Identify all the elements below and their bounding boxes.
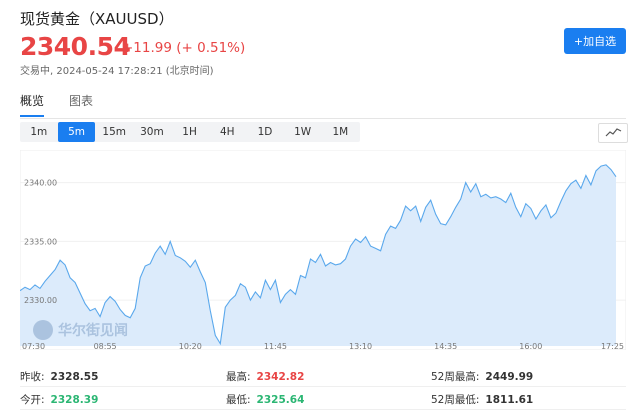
- add-to-watchlist-button[interactable]: +加自选: [564, 28, 626, 54]
- stat-value: 1811.61: [485, 394, 534, 406]
- range-1w[interactable]: 1W: [284, 122, 322, 142]
- range-1d[interactable]: 1D: [246, 122, 284, 142]
- x-tick-label: 16:00: [519, 342, 542, 350]
- stat-low: 最低: 2325.64: [226, 392, 304, 407]
- stats-row: 昨收: 2328.55 最高: 2342.82 52周最高: 2449.99: [20, 364, 626, 387]
- stat-high: 最高: 2342.82: [226, 369, 304, 384]
- time-range-selector: 1m 5m 15m 30m 1H 4H 1D 1W 1M: [20, 122, 360, 142]
- range-5m[interactable]: 5m: [57, 122, 96, 142]
- watermark-text: 华尔街见闻: [58, 322, 128, 339]
- stat-open: 今开: 2328.39: [20, 392, 98, 407]
- stat-label: 昨收:: [20, 371, 45, 383]
- tab-overview[interactable]: 概览: [20, 92, 45, 117]
- price-chart[interactable]: 2340.00 2335.00 2330.00 07:30 08:55 10:20 11:4…: [19, 149, 627, 354]
- y-tick-label: 2330.00: [24, 296, 57, 305]
- stat-label: 52周最低:: [431, 394, 480, 406]
- range-1mo[interactable]: 1M: [322, 122, 360, 142]
- stat-label: 最低:: [226, 394, 251, 406]
- tab-bar: 概览 图表: [20, 92, 626, 119]
- stat-value: 2328.39: [50, 394, 99, 406]
- x-tick-label: 13:10: [349, 342, 372, 350]
- stat-prev-close: 昨收: 2328.55: [20, 369, 98, 384]
- price-change: +11.99 (+ 0.51%): [122, 40, 246, 56]
- instrument-title: 现货黄金（XAUUSD）: [20, 10, 174, 28]
- last-price: 2340.54: [20, 32, 131, 61]
- tab-chart[interactable]: 图表: [69, 92, 93, 115]
- range-30m[interactable]: 30m: [133, 122, 171, 142]
- line-chart-icon: [605, 128, 622, 137]
- chart-type-button[interactable]: [598, 123, 628, 143]
- stats-row: 今开: 2328.39 最低: 2325.64 52周最低: 1811.61: [20, 387, 626, 410]
- range-1h[interactable]: 1H: [171, 122, 209, 142]
- y-tick-label: 2335.00: [24, 237, 57, 246]
- range-4h[interactable]: 4H: [208, 122, 246, 142]
- y-tick-label: 2340.00: [24, 179, 57, 188]
- stat-label: 最高:: [226, 371, 251, 383]
- stat-value: 2342.82: [256, 371, 305, 383]
- price-chart-svg: 2340.00 2335.00 2330.00 07:30 08:55 10:20 11:4…: [19, 149, 627, 351]
- stat-52w-high: 52周最高: 2449.99: [431, 369, 533, 384]
- range-15m[interactable]: 15m: [95, 122, 133, 142]
- watermark: 华尔街见闻: [33, 320, 128, 340]
- x-tick-label: 07:30: [22, 342, 45, 350]
- stats-table: 昨收: 2328.55 最高: 2342.82 52周最高: 2449.99 今开: 2…: [20, 364, 626, 410]
- watermark-logo-icon: [33, 320, 53, 340]
- trading-status: 交易中, 2024-05-24 17:28:21 (北京时间): [20, 66, 214, 77]
- stat-value: 2325.64: [256, 394, 305, 406]
- x-tick-label: 14:35: [434, 342, 457, 350]
- range-1m[interactable]: 1m: [20, 122, 58, 142]
- x-tick-label: 17:25: [601, 342, 624, 350]
- stat-52w-low: 52周最低: 1811.61: [431, 392, 533, 407]
- stat-value: 2449.99: [485, 371, 534, 383]
- stat-value: 2328.55: [50, 371, 99, 383]
- x-tick-label: 10:20: [179, 342, 202, 350]
- x-tick-label: 11:45: [264, 342, 287, 350]
- stat-label: 今开:: [20, 394, 45, 406]
- x-tick-label: 08:55: [94, 342, 117, 350]
- stat-label: 52周最高:: [431, 371, 480, 383]
